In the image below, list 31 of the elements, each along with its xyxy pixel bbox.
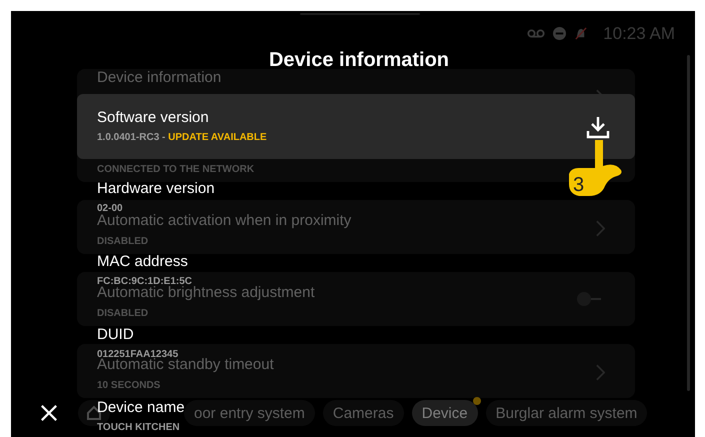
voicemail-icon	[527, 28, 546, 39]
setting-title: Device information	[97, 69, 222, 87]
setting-title: Automatic standby timeout	[97, 356, 274, 374]
bell-off-icon	[574, 27, 588, 40]
info-label: MAC address	[97, 252, 188, 272]
chevron-right-icon	[596, 364, 605, 381]
download-icon[interactable]	[586, 114, 610, 138]
nav-tab[interactable]: Burglar alarm system	[486, 400, 648, 426]
info-value: FC:BC:9C:1D:E1:5C	[97, 275, 192, 287]
chevron-right-icon	[596, 220, 605, 237]
info-value: 02-00	[97, 202, 123, 214]
nav-tab[interactable]: Device	[412, 400, 478, 426]
nav-tab[interactable]: Cameras	[322, 400, 404, 426]
setting-title: Automatic activation when in proximity	[97, 212, 352, 230]
info-value: TOUCH KITCHEN	[97, 421, 180, 435]
software-version-card[interactable]: Software version 1.0.0401-RC3 - UPDATE AVAILABLE	[77, 94, 635, 159]
setting-status: DISABLED	[97, 308, 148, 320]
close-icon[interactable]	[40, 404, 58, 422]
setting-title: Automatic brightness adjustment	[97, 284, 315, 302]
do-not-disturb-icon	[553, 27, 566, 40]
clock-time: 10:23 AM	[603, 24, 675, 44]
nav-tab[interactable]: oor entry system	[184, 400, 315, 426]
setting-status: 10 SECONDS	[97, 380, 160, 392]
version-value: 1.0.0401-RC3 - UPDATE AVAILABLE	[97, 131, 267, 145]
info-label: Hardware version	[97, 179, 215, 199]
scrollbar[interactable]	[687, 55, 690, 391]
setting-status: CONNECTED TO THE NETWORK	[97, 164, 254, 176]
info-label: Device name	[97, 398, 185, 418]
info-label: DUID	[97, 325, 134, 345]
setting-status: DISABLED	[97, 236, 148, 248]
step-number: 3	[573, 174, 584, 196]
